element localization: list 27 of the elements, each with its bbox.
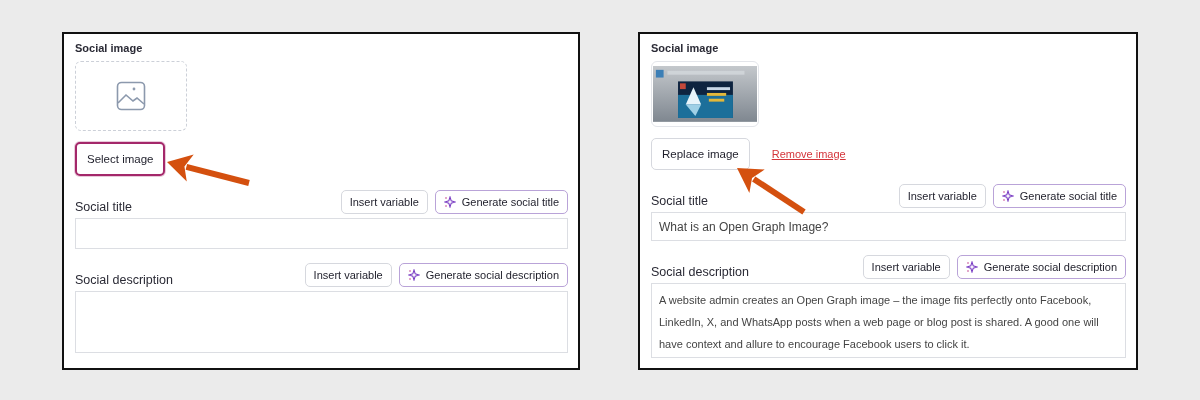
insert-variable-button[interactable]: Insert variable <box>304 263 392 287</box>
generate-button[interactable]: Generate social title <box>434 190 568 214</box>
generate-button[interactable]: Generate social description <box>398 263 568 287</box>
image-icon <box>116 81 146 111</box>
insert-variable-button[interactable]: Insert variable <box>862 255 950 280</box>
insert-variable-button[interactable]: Insert variable <box>340 190 428 214</box>
generate-button[interactable]: Generate social title <box>992 183 1126 208</box>
image-button[interactable]: Select image <box>75 142 166 176</box>
annotation-arrow <box>737 168 806 215</box>
generate-button[interactable]: Generate social description <box>956 255 1126 280</box>
section-label: Social image <box>75 42 144 54</box>
sparkle-icon <box>1001 189 1014 202</box>
insert-variable-button[interactable]: Insert variable <box>898 183 986 208</box>
field-label: Social description <box>75 273 173 287</box>
sparkle-icon <box>965 261 978 274</box>
field-label: Social title <box>651 193 708 208</box>
sparkle-icon <box>407 269 420 281</box>
sparkle-icon <box>443 196 456 208</box>
field-label: Social description <box>651 265 749 280</box>
image-button[interactable]: Replace image <box>651 137 750 170</box>
description-field[interactable]: A website admin creates an Open Graph image – the image fits perfectly onto Facebook, LinkedIn, X, and WhatsApp posts when a web page or blog post is shared. A good one will have context and allure to encourage Facebook users to click it. <box>651 283 1126 358</box>
title-field[interactable]: What is an Open Graph Image? <box>651 211 1126 242</box>
section-label: Social image <box>651 42 720 54</box>
title-field[interactable] <box>75 218 568 249</box>
remove-image-link[interactable]: Remove image <box>771 147 846 160</box>
description-field[interactable] <box>75 291 568 353</box>
field-label: Social title <box>75 200 132 214</box>
